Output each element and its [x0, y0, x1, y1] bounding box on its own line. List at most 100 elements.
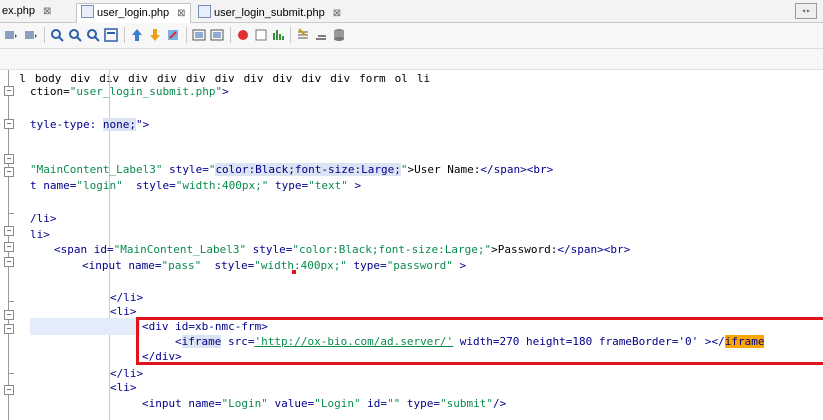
breadcrumb-item[interactable]: form [359, 72, 386, 85]
text-caret [292, 270, 296, 274]
code-token: none; [102, 118, 136, 131]
toolbar-separator [44, 27, 45, 43]
tab-scroll-left-button[interactable]: ◂▸ [795, 3, 817, 19]
code-token: <input name= [82, 259, 162, 272]
chart-icon[interactable] [272, 28, 286, 42]
code-token: <input name= [142, 397, 222, 410]
fold-gutter: − − − − − − − − − − [0, 70, 22, 420]
code-string: "color:Black;font-size:Large;" [292, 243, 492, 256]
code-string: "text" [308, 179, 348, 192]
code-line[interactable]: <li> [110, 304, 137, 320]
code-string: "pass" [161, 259, 202, 272]
prev-icon[interactable] [68, 28, 82, 42]
code-token: color:Black;font-size:Large; [215, 163, 401, 176]
toolbar-separator [230, 27, 231, 43]
code-text: >User Name: [407, 163, 481, 176]
database-icon[interactable] [332, 28, 346, 42]
code-line[interactable]: tyle-type: none;"> [30, 117, 149, 133]
fold-collapse-icon[interactable]: − [4, 324, 14, 334]
code-line[interactable]: "MainContent_Label3" style= "color:Black;… [30, 162, 553, 178]
code-token: > [347, 179, 362, 192]
shift-right-icon[interactable] [210, 28, 224, 42]
breadcrumb-item[interactable]: div [330, 72, 350, 85]
code-token: type= [268, 179, 309, 192]
record-icon[interactable] [236, 28, 250, 42]
code-token: style= [162, 163, 209, 176]
fold-collapse-icon[interactable]: − [4, 154, 14, 164]
format-icon[interactable] [314, 28, 328, 42]
bookmark-down-icon[interactable] [148, 28, 162, 42]
search-icon[interactable] [50, 28, 64, 42]
shift-left-icon[interactable] [192, 28, 206, 42]
code-token: id= [360, 397, 388, 410]
code-line[interactable]: t name="login" style="width:400px;" type… [30, 178, 361, 194]
breadcrumb-item[interactable]: div [273, 72, 293, 85]
current-line-highlight [30, 318, 140, 335]
code-string: "Login" [314, 397, 361, 410]
code-line[interactable]: ction="user_login_submit.php"> [30, 84, 229, 100]
code-line[interactable]: <input name="Login" value="Login" id="" … [142, 396, 506, 412]
code-token: /li> [30, 212, 57, 225]
code-token: > [222, 85, 229, 98]
breadcrumb-item[interactable]: li [417, 72, 430, 85]
editor-tab-bar: ex.php ⊠ user_login.php ⊠ user_login_submi… [0, 0, 823, 23]
code-string: "Login" [221, 397, 268, 410]
fold-end-tick [8, 373, 14, 374]
tab-user-login-submit-php[interactable]: user_login_submit.php ⊠ [198, 5, 341, 21]
breadcrumb-item[interactable]: div [301, 72, 321, 85]
fold-collapse-icon[interactable]: − [4, 310, 14, 320]
code-line[interactable]: /li> [30, 211, 57, 227]
code-token: style= [122, 179, 176, 192]
bookmark-toggle-icon[interactable] [166, 28, 180, 42]
editor-toolbar [0, 23, 823, 49]
code-string: "width:400px;" [175, 179, 269, 192]
code-token: <li> [110, 305, 137, 318]
code-string: " [400, 163, 408, 176]
code-token: <span id= [54, 243, 114, 256]
code-token: li> [30, 228, 50, 241]
code-line[interactable]: <span id="MainContent_Label3" style="col… [54, 242, 630, 258]
breadcrumb-item[interactable]: div [244, 72, 264, 85]
forward-icon[interactable] [24, 28, 38, 42]
code-token: t name= [30, 179, 77, 192]
code-token: tyle-type: [30, 118, 103, 131]
toggle-icon[interactable] [104, 28, 118, 42]
code-token: type= [346, 259, 387, 272]
fold-collapse-icon[interactable]: − [4, 257, 14, 267]
close-icon[interactable]: ⊠ [177, 8, 185, 19]
close-icon[interactable]: ⊠ [43, 6, 51, 17]
code-token: /> [493, 397, 507, 410]
code-string: "login" [76, 179, 123, 192]
fold-collapse-icon[interactable]: − [4, 226, 14, 236]
code-token: style= [201, 259, 255, 272]
code-token: style= [246, 243, 293, 256]
code-token: <li> [110, 381, 137, 394]
tab-label: ex.php [2, 5, 36, 17]
code-text: >Password: [491, 243, 558, 256]
code-line[interactable]: <input name="pass" style="width:400px;" … [82, 258, 466, 274]
fold-collapse-icon[interactable]: − [4, 86, 14, 96]
highlight-annotation-box [136, 317, 823, 365]
code-line[interactable]: <li> [110, 380, 137, 396]
breadcrumb-item[interactable]: ol [395, 72, 408, 85]
fold-end-tick [8, 213, 14, 214]
bookmark-up-icon[interactable] [130, 28, 144, 42]
code-string: "width:400px;" [254, 259, 347, 272]
next-icon[interactable] [86, 28, 100, 42]
toolbar-separator [124, 27, 125, 43]
code-string: "user_login_submit.php" [69, 85, 223, 98]
close-icon[interactable]: ⊠ [333, 8, 341, 19]
tab-user-login-php[interactable]: user_login.php ⊠ [76, 3, 191, 23]
stop-icon[interactable] [254, 28, 268, 42]
code-line[interactable]: li> [30, 227, 50, 243]
fold-collapse-icon[interactable]: − [4, 119, 14, 129]
code-token: </li> [110, 291, 144, 304]
format-icon[interactable] [296, 28, 310, 42]
toolbar-separator [290, 27, 291, 43]
fold-collapse-icon[interactable]: − [4, 167, 14, 177]
fold-collapse-icon[interactable]: − [4, 242, 14, 252]
tab-ex-php[interactable]: ex.php ⊠ [2, 5, 51, 21]
fold-collapse-icon[interactable]: − [4, 385, 14, 395]
code-string: "password" [386, 259, 453, 272]
back-icon[interactable] [4, 28, 18, 42]
